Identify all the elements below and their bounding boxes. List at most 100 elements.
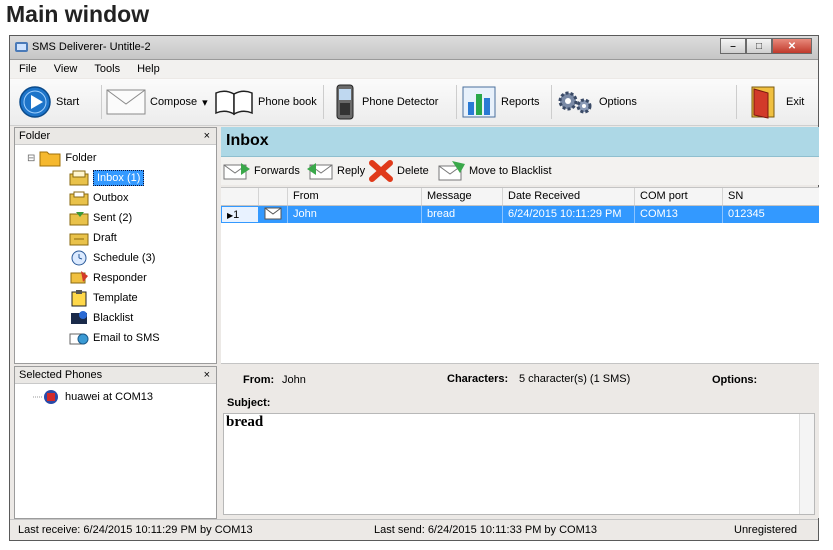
message-body-box[interactable]: bread: [223, 413, 815, 515]
from-value: John: [282, 374, 306, 386]
tree-item-email-to-sms[interactable]: Email to SMS: [69, 328, 160, 348]
phone-detector-button[interactable]: Phone Detector: [332, 82, 438, 122]
message-body-scrollbar[interactable]: [799, 414, 814, 514]
tree-item-responder[interactable]: Responder: [69, 268, 147, 288]
compose-dropdown-arrow[interactable]: ▾: [202, 96, 208, 109]
exit-button[interactable]: Exit: [746, 82, 804, 122]
app-window: SMS Deliverer- Untitle-2 – □ ✕ File View…: [9, 35, 819, 541]
menu-file[interactable]: File: [10, 63, 45, 75]
column-message[interactable]: Message: [422, 188, 503, 205]
tree-item-sent[interactable]: Sent (2): [69, 208, 132, 228]
characters-label: Characters:: [447, 373, 509, 385]
tree-item-blacklist[interactable]: Blacklist: [69, 308, 133, 328]
last-send-status: Last send: 6/24/2015 10:11:33 PM by COM1…: [374, 524, 597, 536]
gears-icon: [558, 91, 592, 114]
phone-item[interactable]: huawei at COM13: [33, 387, 153, 407]
clock-icon: [71, 250, 87, 266]
menu-bar: File View Tools Help: [10, 60, 818, 78]
forwards-button[interactable]: Forwards: [223, 160, 300, 182]
tree-item-schedule[interactable]: Schedule (3): [69, 248, 155, 268]
start-button[interactable]: Start: [18, 82, 79, 122]
last-receive-status: Last receive: 6/24/2015 10:11:29 PM by C…: [18, 524, 253, 536]
phones-panel-close-button[interactable]: ×: [204, 367, 210, 383]
envelope-icon: [106, 89, 146, 115]
exit-door-icon: [751, 86, 775, 119]
mobile-phone-icon: [336, 84, 354, 120]
row-index: 1: [233, 209, 240, 221]
menu-tools[interactable]: Tools: [85, 63, 128, 75]
minimize-button[interactable]: –: [720, 38, 746, 54]
phone-detector-label: Phone Detector: [362, 96, 439, 108]
table-row[interactable]: ▶1 John bread 6/24/2015 10:11:29 PM COM1…: [221, 206, 819, 223]
move-to-blacklist-button[interactable]: Move to Blacklist: [438, 160, 552, 182]
tree-item-template[interactable]: Template: [69, 288, 138, 308]
forward-envelope-icon: [223, 163, 250, 180]
phone-book-button[interactable]: Phone book: [214, 82, 317, 122]
title-bar[interactable]: SMS Deliverer- Untitle-2 – □ ✕: [10, 36, 818, 60]
grid-header-row-indicator: [221, 188, 259, 205]
column-from[interactable]: From: [288, 188, 422, 205]
grid-header-icon: [259, 188, 288, 205]
folder-panel-title: Folder: [19, 130, 51, 142]
cell-date-received: 6/24/2015 10:11:29 PM: [503, 206, 635, 223]
reports-label: Reports: [501, 96, 540, 108]
toolbar-separator: [551, 85, 552, 119]
column-sn[interactable]: SN: [723, 188, 819, 205]
tree-item-label: Outbox: [93, 192, 129, 204]
grid-header: From Message Date Received COM port SN: [221, 188, 819, 206]
message-grid: From Message Date Received COM port SN ▶…: [221, 187, 819, 363]
row-icon-cell: [259, 206, 288, 223]
reply-button[interactable]: Reply: [306, 160, 365, 182]
tree-item-label: Responder: [93, 272, 147, 284]
subject-label: Subject:: [227, 397, 271, 409]
toolbar-separator: [736, 85, 737, 119]
forwards-label: Forwards: [254, 165, 300, 177]
tree-item-outbox[interactable]: Outbox: [69, 188, 128, 208]
folder-panel-close-button[interactable]: ×: [204, 128, 210, 144]
phone-device-icon: [33, 390, 58, 404]
responder-icon: [70, 271, 88, 284]
phone-book-label: Phone book: [258, 96, 317, 108]
tree-item-label: Template: [93, 292, 138, 304]
phone-item-label: huawei at COM13: [65, 391, 154, 403]
delete-button[interactable]: Delete: [368, 160, 429, 182]
menu-help[interactable]: Help: [128, 63, 168, 75]
tree-item-label: Schedule (3): [93, 252, 156, 264]
play-icon: [19, 86, 51, 118]
close-button[interactable]: ✕: [772, 38, 812, 54]
window-title: SMS Deliverer- Untitle-2: [32, 41, 151, 53]
options-label: Options:: [712, 374, 758, 386]
delete-x-icon: [369, 160, 393, 182]
message-envelope-icon: [264, 207, 282, 220]
options-button[interactable]: Options: [555, 82, 637, 122]
registration-status: Unregistered: [734, 524, 797, 536]
toolbar-separator: [101, 85, 102, 119]
tree-item-label: Draft: [93, 232, 117, 244]
row-indicator[interactable]: ▶1: [221, 206, 259, 223]
column-date-received[interactable]: Date Received: [503, 188, 635, 205]
tree-collapse-toggle[interactable]: ⊟: [27, 153, 35, 164]
folder-panel-header: Folder ×: [15, 128, 216, 145]
tree-item-inbox[interactable]: Inbox (1): [69, 168, 145, 188]
bar-chart-icon: [462, 86, 496, 118]
cell-from: John: [288, 206, 422, 223]
tree-item-label: Sent (2): [93, 212, 133, 224]
column-com-port[interactable]: COM port: [635, 188, 723, 205]
email-globe-icon: [69, 333, 89, 345]
reply-envelope-icon: [307, 163, 333, 180]
message-detail-pane: From: John Characters: 5 character(s) (1…: [221, 363, 819, 518]
tree-item-label: Inbox (1): [93, 170, 145, 186]
start-label: Start: [56, 96, 80, 108]
tree-root-folder[interactable]: ⊟ Folder: [27, 148, 97, 168]
tree-item-label: Email to SMS: [93, 332, 160, 344]
tree-item-label: Blacklist: [93, 312, 134, 324]
maximize-button[interactable]: □: [746, 38, 772, 54]
folder-icon: [39, 151, 61, 167]
selected-phones-panel: Selected Phones × huawei at COM13: [14, 366, 217, 519]
inbox-action-bar: Forwards Reply Delete Move to Blacklist: [221, 157, 819, 185]
compose-button[interactable]: Compose ▾: [106, 82, 208, 122]
folder-panel: Folder × ⊟ Folder Inbox (1) Outbox Sent …: [14, 127, 217, 364]
reports-button[interactable]: Reports: [461, 82, 540, 122]
tree-item-draft[interactable]: Draft: [69, 228, 117, 248]
menu-view[interactable]: View: [45, 63, 86, 75]
